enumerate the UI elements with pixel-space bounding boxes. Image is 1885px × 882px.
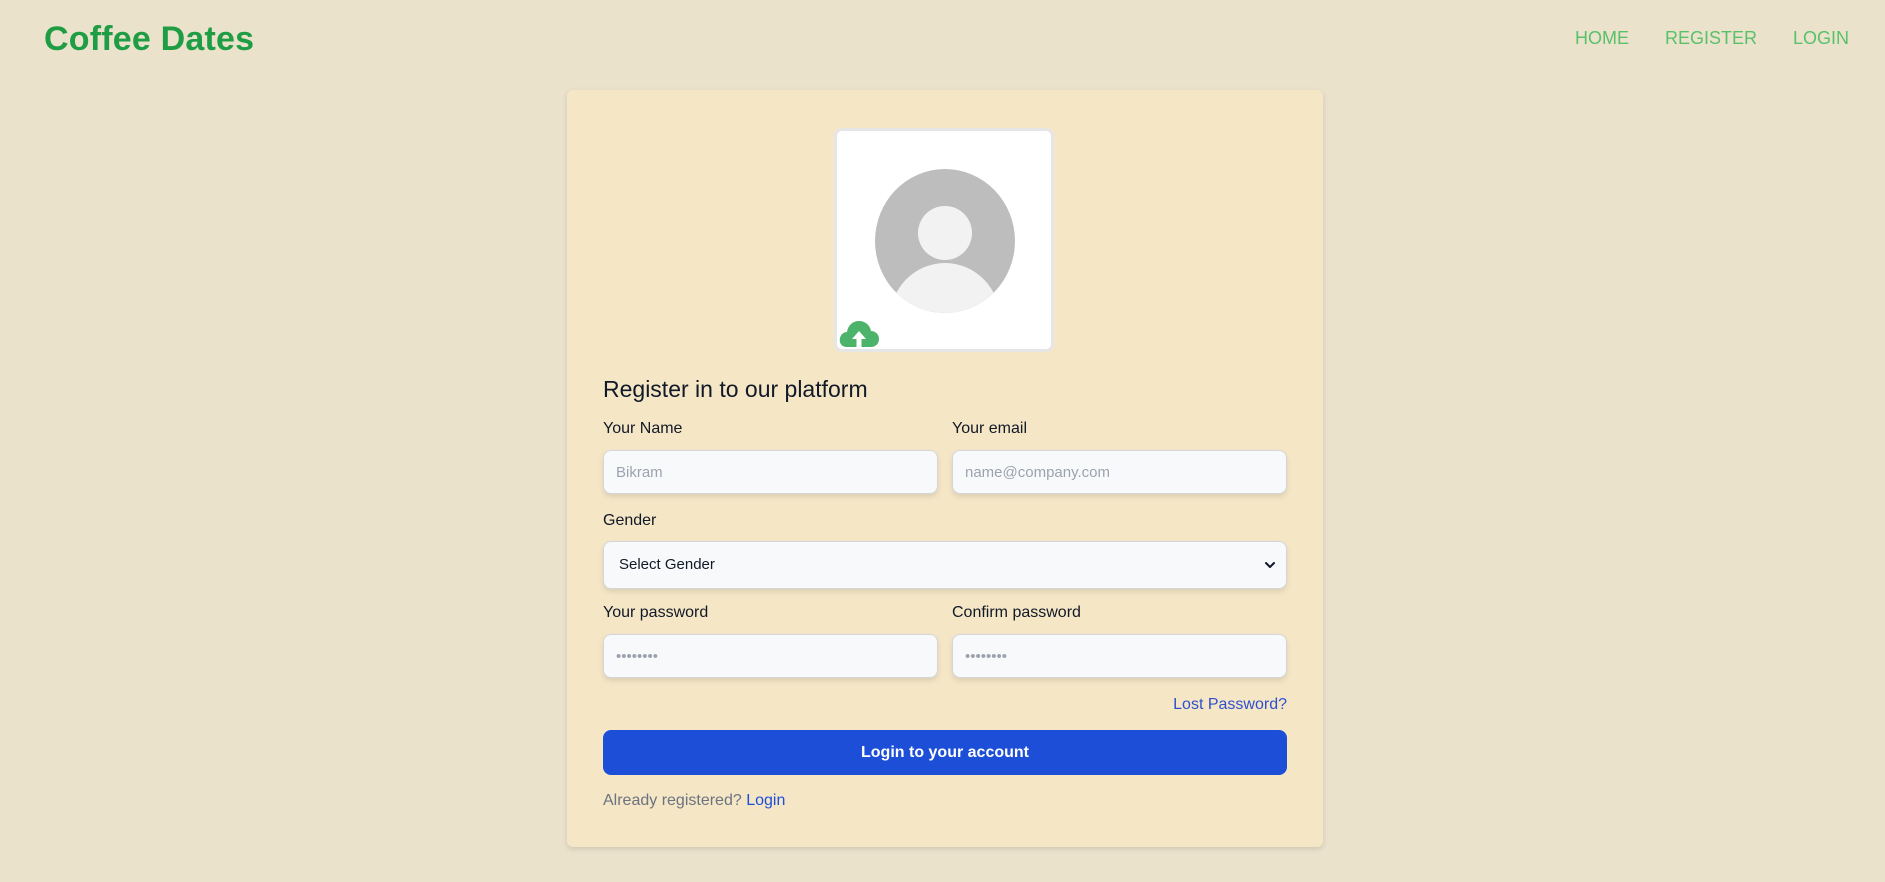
email-label: Your email bbox=[952, 420, 1028, 437]
chevron-down-icon bbox=[1265, 562, 1275, 568]
brand-logo[interactable]: Coffee Dates bbox=[44, 20, 254, 59]
gender-label: Gender bbox=[603, 512, 657, 529]
nav-register-link[interactable]: REGISTER bbox=[1665, 28, 1757, 49]
top-navbar: Coffee Dates HOME REGISTER LOGIN bbox=[0, 0, 1885, 80]
main-nav: HOME REGISTER LOGIN bbox=[1575, 28, 1849, 49]
already-registered-text: Already registered? bbox=[603, 792, 742, 809]
default-avatar-icon bbox=[875, 169, 1015, 313]
confirm-password-label: Confirm password bbox=[952, 604, 1081, 621]
name-label: Your Name bbox=[603, 420, 683, 437]
name-input[interactable] bbox=[603, 450, 938, 494]
form-title: Register in to our platform bbox=[603, 376, 868, 402]
nav-home-link[interactable]: HOME bbox=[1575, 28, 1629, 49]
avatar-preview bbox=[834, 128, 1054, 352]
login-link[interactable]: Login bbox=[746, 792, 785, 809]
gender-select-value: Select Gender bbox=[619, 556, 715, 573]
confirm-password-input[interactable] bbox=[952, 634, 1287, 678]
lost-password-link[interactable]: Lost Password? bbox=[1173, 696, 1287, 714]
password-label: Your password bbox=[603, 604, 709, 621]
gender-select[interactable]: Select Gender bbox=[603, 541, 1287, 589]
already-registered: Already registered? Login bbox=[603, 792, 785, 810]
password-input[interactable] bbox=[603, 634, 938, 678]
email-input[interactable] bbox=[952, 450, 1287, 494]
register-card: Register in to our platform Your Name Yo… bbox=[567, 90, 1323, 847]
cloud-upload-icon[interactable] bbox=[838, 317, 880, 349]
nav-login-link[interactable]: LOGIN bbox=[1793, 28, 1849, 49]
submit-button[interactable]: Login to your account bbox=[603, 730, 1287, 775]
